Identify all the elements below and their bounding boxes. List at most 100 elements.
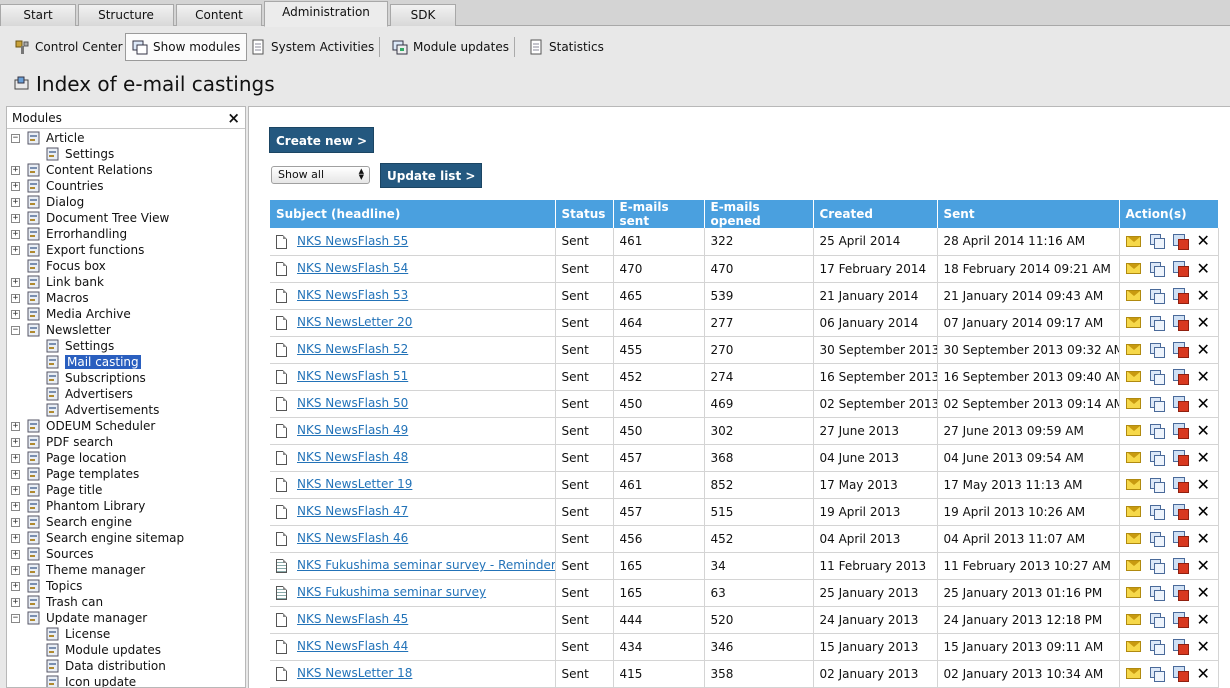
expand-icon[interactable]: + xyxy=(11,245,20,255)
collapse-icon[interactable]: − xyxy=(11,613,20,623)
delete-icon[interactable]: ✕ xyxy=(1197,314,1210,330)
subject-link[interactable]: NKS NewsFlash 53 xyxy=(297,288,408,302)
copy-icon[interactable] xyxy=(1149,396,1165,412)
expand-icon[interactable]: + xyxy=(11,293,20,303)
subject-link[interactable]: NKS NewsFlash 54 xyxy=(297,261,408,275)
update-list-button[interactable]: Update list > xyxy=(380,163,483,188)
system-activities-button[interactable]: System Activities xyxy=(244,33,380,61)
tree-item[interactable]: + Dialog xyxy=(11,194,84,210)
statistics-icon[interactable] xyxy=(1172,585,1189,601)
tree-item[interactable]: Settings xyxy=(45,146,114,162)
expand-icon[interactable]: + xyxy=(11,453,20,463)
expand-icon[interactable]: + xyxy=(11,501,20,511)
delete-icon[interactable]: ✕ xyxy=(1197,368,1210,384)
tab-sdk[interactable]: SDK xyxy=(390,4,456,26)
statistics-icon[interactable] xyxy=(1172,423,1189,439)
tree-item[interactable]: + Phantom Library xyxy=(11,498,145,514)
expand-icon[interactable]: + xyxy=(11,309,20,319)
mail-icon[interactable] xyxy=(1125,371,1141,382)
expand-icon[interactable]: + xyxy=(11,549,20,559)
statistics-icon[interactable] xyxy=(1172,233,1189,250)
tree-item[interactable]: + PDF search xyxy=(11,434,113,450)
column-header-sent[interactable]: Sent xyxy=(937,200,1120,228)
tree-item[interactable]: + Topics xyxy=(11,578,82,594)
tab-content[interactable]: Content xyxy=(176,4,262,26)
delete-icon[interactable]: ✕ xyxy=(1197,395,1210,411)
close-icon[interactable]: × xyxy=(227,109,240,127)
expand-icon[interactable]: + xyxy=(11,565,20,575)
subject-link[interactable]: NKS Fukushima seminar survey - Reminder xyxy=(297,558,554,572)
expand-icon[interactable]: + xyxy=(11,421,20,431)
copy-icon[interactable] xyxy=(1149,477,1165,493)
delete-icon[interactable]: ✕ xyxy=(1197,341,1210,357)
delete-icon[interactable]: ✕ xyxy=(1197,557,1210,573)
tree-item[interactable]: + Countries xyxy=(11,178,104,194)
expand-icon[interactable]: + xyxy=(11,197,20,207)
column-header-status[interactable]: Status xyxy=(555,200,614,228)
delete-icon[interactable]: ✕ xyxy=(1197,584,1210,600)
copy-icon[interactable] xyxy=(1149,288,1165,304)
tree-item[interactable]: Settings xyxy=(45,338,114,354)
tree-item[interactable]: Focus box xyxy=(11,258,106,274)
expand-icon[interactable]: + xyxy=(11,165,20,175)
tree-item[interactable]: + Errorhandling xyxy=(11,226,127,242)
copy-icon[interactable] xyxy=(1149,639,1165,655)
copy-icon[interactable] xyxy=(1149,666,1165,682)
statistics-icon[interactable] xyxy=(1172,369,1189,385)
copy-icon[interactable] xyxy=(1149,450,1165,466)
mail-icon[interactable] xyxy=(1125,452,1141,463)
copy-icon[interactable] xyxy=(1149,261,1165,277)
tab-structure[interactable]: Structure xyxy=(78,4,174,26)
mail-icon[interactable] xyxy=(1125,560,1141,571)
copy-icon[interactable] xyxy=(1149,342,1165,358)
subject-link[interactable]: NKS NewsFlash 46 xyxy=(297,531,408,545)
tree-item[interactable]: + Link bank xyxy=(11,274,104,290)
mail-icon[interactable] xyxy=(1125,479,1141,490)
collapse-icon[interactable]: − xyxy=(11,325,20,335)
create-new-button[interactable]: Create new > xyxy=(269,127,375,153)
mail-icon[interactable] xyxy=(1125,317,1141,328)
tree-item[interactable]: + ODEUM Scheduler xyxy=(11,418,155,434)
expand-icon[interactable]: + xyxy=(11,533,20,543)
subject-link[interactable]: NKS NewsLetter 20 xyxy=(297,315,412,329)
delete-icon[interactable]: ✕ xyxy=(1197,233,1210,249)
expand-icon[interactable]: + xyxy=(11,597,20,607)
subject-link[interactable]: NKS NewsFlash 50 xyxy=(297,396,408,410)
statistics-icon[interactable] xyxy=(1172,558,1189,574)
copy-icon[interactable] xyxy=(1149,315,1165,331)
tree-item[interactable]: + Document Tree View xyxy=(11,210,169,226)
tree-item[interactable]: Data distribution xyxy=(45,658,166,674)
subject-link[interactable]: NKS NewsFlash 49 xyxy=(297,423,408,437)
mail-icon[interactable] xyxy=(1125,263,1141,274)
delete-icon[interactable]: ✕ xyxy=(1197,287,1210,303)
mail-icon[interactable] xyxy=(1125,425,1141,436)
expand-icon[interactable]: + xyxy=(11,517,20,527)
copy-icon[interactable] xyxy=(1149,504,1165,520)
delete-icon[interactable]: ✕ xyxy=(1197,530,1210,546)
subject-link[interactable]: NKS NewsLetter 18 xyxy=(297,666,412,680)
statistics-icon[interactable] xyxy=(1172,450,1189,466)
subject-link[interactable]: NKS Fukushima seminar survey xyxy=(297,585,486,599)
copy-icon[interactable] xyxy=(1149,612,1165,628)
delete-icon[interactable]: ✕ xyxy=(1197,449,1210,465)
tab-start[interactable]: Start xyxy=(0,4,76,26)
mail-icon[interactable] xyxy=(1125,641,1141,652)
subject-link[interactable]: NKS NewsFlash 45 xyxy=(297,612,408,626)
copy-icon[interactable] xyxy=(1149,423,1165,439)
module-updates-button[interactable]: Module updates xyxy=(386,33,515,61)
tree-item[interactable]: + Trash can xyxy=(11,594,103,610)
statistics-icon[interactable] xyxy=(1172,666,1189,682)
tree-item[interactable]: + Page title xyxy=(11,482,102,498)
subject-link[interactable]: NKS NewsFlash 48 xyxy=(297,450,408,464)
delete-icon[interactable]: ✕ xyxy=(1197,665,1210,681)
statistics-icon[interactable] xyxy=(1172,477,1189,493)
mail-icon[interactable] xyxy=(1125,290,1141,301)
expand-icon[interactable]: + xyxy=(11,437,20,447)
statistics-icon[interactable] xyxy=(1172,531,1189,547)
statistics-icon[interactable] xyxy=(1172,612,1189,628)
expand-icon[interactable]: + xyxy=(11,229,20,239)
tree-item[interactable]: − Article xyxy=(11,130,85,146)
tree-item[interactable]: + Page location xyxy=(11,450,126,466)
statistics-icon[interactable] xyxy=(1172,261,1189,277)
tab-administration[interactable]: Administration xyxy=(264,1,388,27)
